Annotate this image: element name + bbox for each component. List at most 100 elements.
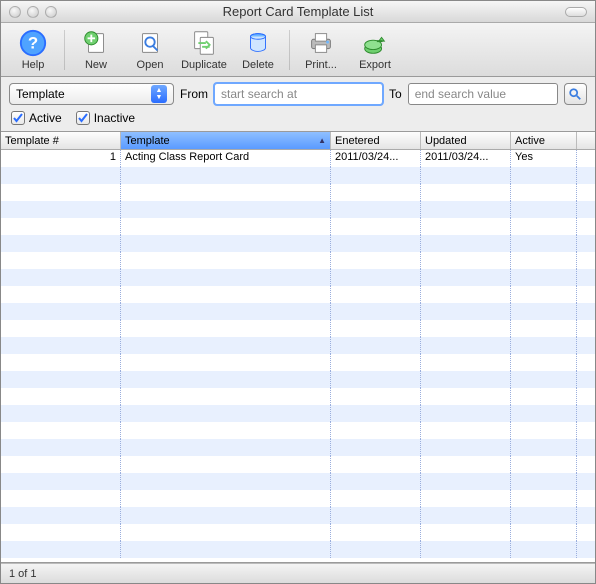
from-label: From bbox=[180, 87, 208, 101]
duplicate-button[interactable]: Duplicate bbox=[178, 25, 230, 75]
resize-pill-icon[interactable] bbox=[565, 7, 587, 17]
print-icon bbox=[306, 28, 336, 58]
toolbar-separator bbox=[289, 30, 290, 70]
help-label: Help bbox=[22, 59, 45, 71]
table-cell bbox=[421, 320, 511, 337]
close-window-button[interactable] bbox=[9, 6, 21, 18]
table-cell bbox=[511, 218, 577, 235]
help-button[interactable]: ? Help bbox=[7, 25, 59, 75]
table-cell bbox=[331, 252, 421, 269]
table-row bbox=[1, 320, 595, 337]
table-cell bbox=[1, 201, 121, 218]
table-row bbox=[1, 473, 595, 490]
table-row bbox=[1, 541, 595, 558]
search-go-button[interactable] bbox=[564, 83, 587, 105]
minimize-window-button[interactable] bbox=[27, 6, 39, 18]
table-cell bbox=[1, 235, 121, 252]
table-body: 1Acting Class Report Card2011/03/24...20… bbox=[1, 150, 595, 562]
table-cell bbox=[331, 184, 421, 201]
column-header-template-no[interactable]: Template # bbox=[1, 132, 121, 149]
search-field-combo[interactable]: Template ▲▼ bbox=[9, 83, 174, 105]
toolbar: ? Help New Open Duplicate bbox=[1, 23, 595, 77]
print-button[interactable]: Print... bbox=[295, 25, 347, 75]
inactive-checkbox[interactable]: Inactive bbox=[76, 111, 135, 125]
export-label: Export bbox=[359, 59, 391, 71]
table-cell bbox=[511, 490, 577, 507]
active-checkbox-label: Active bbox=[29, 111, 62, 125]
table-cell bbox=[511, 269, 577, 286]
table-row[interactable]: 1Acting Class Report Card2011/03/24...20… bbox=[1, 150, 595, 167]
table-cell bbox=[1, 388, 121, 405]
table-row bbox=[1, 286, 595, 303]
table-cell bbox=[331, 167, 421, 184]
table-cell bbox=[1, 252, 121, 269]
toolbar-separator bbox=[64, 30, 65, 70]
table-cell bbox=[331, 354, 421, 371]
table-cell bbox=[331, 371, 421, 388]
table-cell bbox=[121, 252, 331, 269]
checkbox-icon bbox=[76, 111, 90, 125]
table-cell bbox=[331, 541, 421, 558]
table-cell bbox=[121, 303, 331, 320]
table-row bbox=[1, 371, 595, 388]
table-cell bbox=[331, 286, 421, 303]
window-controls bbox=[1, 6, 57, 18]
duplicate-label: Duplicate bbox=[181, 59, 227, 71]
active-checkbox[interactable]: Active bbox=[11, 111, 62, 125]
table-row bbox=[1, 252, 595, 269]
table-cell bbox=[511, 524, 577, 541]
table-cell bbox=[421, 422, 511, 439]
delete-label: Delete bbox=[242, 59, 274, 71]
table-cell bbox=[121, 286, 331, 303]
column-header-active[interactable]: Active bbox=[511, 132, 577, 149]
table-cell bbox=[421, 269, 511, 286]
table-cell bbox=[121, 541, 331, 558]
table-cell bbox=[1, 354, 121, 371]
table-cell bbox=[121, 201, 331, 218]
column-header-updated[interactable]: Updated bbox=[421, 132, 511, 149]
table-cell bbox=[1, 269, 121, 286]
search-to-input[interactable] bbox=[408, 83, 558, 105]
table-cell bbox=[121, 507, 331, 524]
table-cell bbox=[331, 303, 421, 320]
table-cell bbox=[121, 167, 331, 184]
table-cell bbox=[121, 405, 331, 422]
new-button[interactable]: New bbox=[70, 25, 122, 75]
window: Report Card Template List ? Help New Ope… bbox=[0, 0, 596, 584]
table-cell bbox=[331, 405, 421, 422]
search-from-input[interactable] bbox=[214, 83, 383, 105]
delete-icon bbox=[243, 28, 273, 58]
table-cell bbox=[421, 473, 511, 490]
checkbox-icon bbox=[11, 111, 25, 125]
table-row bbox=[1, 201, 595, 218]
table-cell bbox=[421, 286, 511, 303]
table-cell bbox=[511, 320, 577, 337]
table-cell bbox=[511, 286, 577, 303]
table-cell bbox=[511, 473, 577, 490]
table-cell bbox=[121, 388, 331, 405]
table-cell bbox=[1, 167, 121, 184]
svg-text:?: ? bbox=[28, 34, 38, 53]
table-cell bbox=[331, 422, 421, 439]
delete-button[interactable]: Delete bbox=[232, 25, 284, 75]
column-header-entered[interactable]: Enetered bbox=[331, 132, 421, 149]
export-button[interactable]: Export bbox=[349, 25, 401, 75]
table-cell bbox=[511, 507, 577, 524]
table-cell bbox=[511, 354, 577, 371]
table-cell bbox=[421, 201, 511, 218]
titlebar: Report Card Template List bbox=[1, 1, 595, 23]
table-cell bbox=[421, 337, 511, 354]
table-cell bbox=[331, 218, 421, 235]
table-cell bbox=[421, 439, 511, 456]
table-cell: Acting Class Report Card bbox=[121, 150, 331, 167]
zoom-window-button[interactable] bbox=[45, 6, 57, 18]
table-cell bbox=[121, 524, 331, 541]
table-cell bbox=[121, 439, 331, 456]
column-header-template[interactable]: Template▲ bbox=[121, 132, 331, 149]
table-cell bbox=[121, 320, 331, 337]
open-button[interactable]: Open bbox=[124, 25, 176, 75]
table: Template # Template▲ Enetered Updated Ac… bbox=[1, 131, 595, 563]
table-cell bbox=[1, 405, 121, 422]
table-cell bbox=[121, 269, 331, 286]
table-cell bbox=[121, 490, 331, 507]
